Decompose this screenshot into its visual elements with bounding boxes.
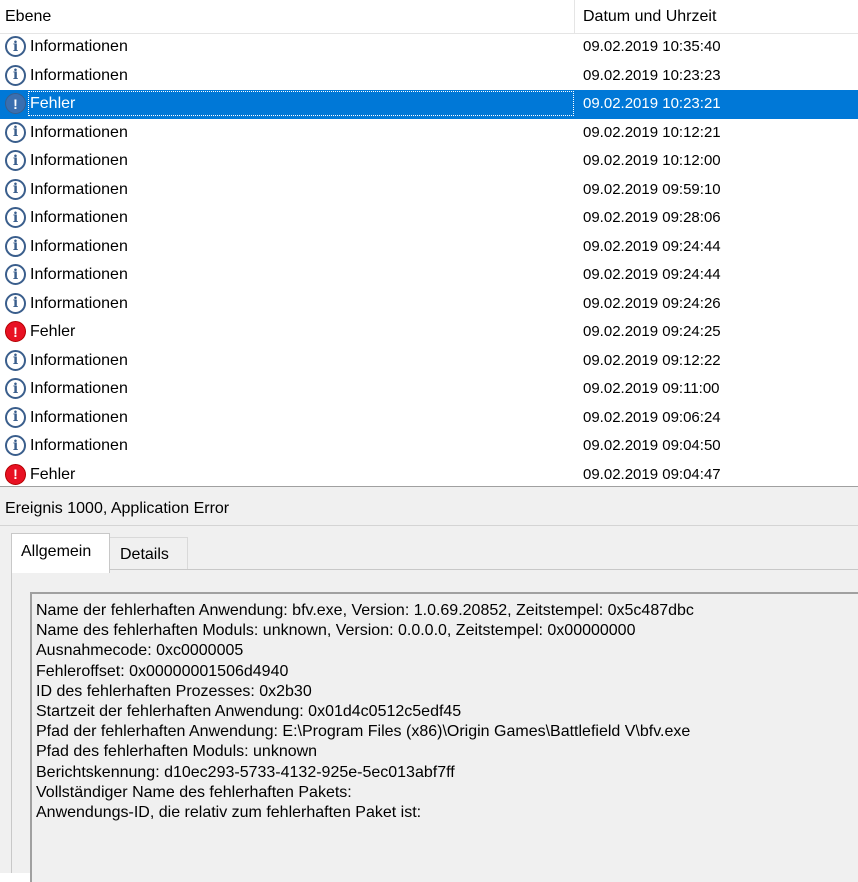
event-level: Informationen xyxy=(30,437,128,454)
event-detail-title: Ereignis 1000, Application Error xyxy=(5,500,230,517)
message-line: Name des fehlerhaften Moduls: unknown, V… xyxy=(36,622,636,640)
event-level: Informationen xyxy=(30,123,128,141)
event-datetime: 09.02.2019 09:24:25 xyxy=(583,323,721,340)
event-datetime: 09.02.2019 10:35:40 xyxy=(583,38,721,55)
message-line: Name der fehlerhaften Anwendung: bfv.exe… xyxy=(36,602,694,619)
event-datetime: 09.02.2019 10:12:00 xyxy=(583,152,721,169)
event-level: Fehler xyxy=(30,323,76,340)
event-row[interactable]: i Informationen 09.02.2019 10:23:23 xyxy=(0,62,858,91)
event-row[interactable]: i Informationen 09.02.2019 10:12:00 xyxy=(0,147,858,176)
event-level: Informationen xyxy=(30,180,128,198)
info-icon: i xyxy=(5,378,26,399)
info-icon: i xyxy=(5,121,26,143)
event-row[interactable]: i Informationen 09.02.2019 09:04:50 xyxy=(0,432,858,461)
event-datetime: 09.02.2019 10:12:21 xyxy=(583,123,721,141)
event-datetime: 09.02.2019 10:23:23 xyxy=(583,66,721,84)
focus-rectangle xyxy=(28,91,574,116)
event-row[interactable]: i Informationen 09.02.2019 10:35:40 xyxy=(0,33,858,62)
message-line: Berichtskennung: d10ec293-5733-4132-925e… xyxy=(36,763,455,781)
event-row[interactable]: ! Fehler 09.02.2019 09:24:25 xyxy=(0,318,858,347)
info-icon: i xyxy=(5,235,26,257)
column-header-level[interactable]: Ebene xyxy=(5,8,51,26)
event-row[interactable]: i Informationen 09.02.2019 09:24:26 xyxy=(0,290,858,319)
event-level: Fehler xyxy=(30,465,76,483)
tab-general-panel: Name der fehlerhaften Anwendung: bfv.exe… xyxy=(11,569,858,882)
message-line: Pfad des fehlerhaften Moduls: unknown xyxy=(36,743,318,761)
event-rows: i Informationen 09.02.2019 10:35:40 i Inform… xyxy=(0,33,858,486)
message-line: Vollständiger Name des fehlerhaften Pake… xyxy=(36,783,352,801)
event-row[interactable]: i Informationen 09.02.2019 09:59:10 xyxy=(0,176,858,205)
event-level: Informationen xyxy=(30,209,128,226)
info-icon: i xyxy=(5,150,26,171)
event-row[interactable]: i Informationen 09.02.2019 09:11:00 xyxy=(0,375,858,404)
error-icon: ! xyxy=(5,321,26,342)
event-datetime: 09.02.2019 09:04:50 xyxy=(583,437,721,454)
info-icon: i xyxy=(5,207,26,228)
info-icon: i xyxy=(5,64,26,86)
event-row[interactable]: i Informationen 09.02.2019 09:24:44 xyxy=(0,233,858,262)
message-line: ID des fehlerhaften Prozesses: 0x2b30 xyxy=(36,682,312,700)
event-row[interactable]: i Informationen 09.02.2019 09:06:24 xyxy=(0,404,858,433)
column-header-date[interactable]: Datum und Uhrzeit xyxy=(583,8,716,26)
divider xyxy=(0,525,858,526)
event-row[interactable]: ! Fehler 09.02.2019 10:23:21 xyxy=(0,90,858,119)
event-row[interactable]: i Informationen 09.02.2019 09:12:22 xyxy=(0,347,858,376)
event-level: Informationen xyxy=(30,294,128,312)
event-datetime: 09.02.2019 09:59:10 xyxy=(583,180,721,198)
error-icon: ! xyxy=(5,463,26,485)
event-level: Informationen xyxy=(30,380,128,397)
info-icon: i xyxy=(5,435,26,456)
event-level: Informationen xyxy=(30,351,128,369)
message-line: Startzeit der fehlerhaften Anwendung: 0x… xyxy=(36,703,462,721)
event-list: Ebene Datum und Uhrzeit i Informationen 09… xyxy=(0,0,858,486)
tab-general-label: Allgemein xyxy=(21,543,92,560)
info-icon: i xyxy=(5,36,26,57)
message-line: Anwendungs-ID, die relativ zum fehlerhaf… xyxy=(36,804,422,822)
tab-details[interactable]: Details xyxy=(110,537,188,569)
event-datetime: 09.02.2019 09:04:47 xyxy=(583,465,721,483)
message-line: Pfad der fehlerhaften Anwendung: E:\Prog… xyxy=(36,723,691,741)
event-level: Informationen xyxy=(30,266,128,283)
detail-tabs: Allgemein Details xyxy=(11,533,858,573)
event-row[interactable]: ! Fehler 09.02.2019 09:04:47 xyxy=(0,461,858,487)
event-level: Informationen xyxy=(30,66,128,84)
info-icon: i xyxy=(5,349,26,371)
event-message-text[interactable]: Name der fehlerhaften Anwendung: bfv.exe… xyxy=(30,592,858,882)
event-datetime: 09.02.2019 09:12:22 xyxy=(583,351,721,369)
tab-general[interactable]: Allgemein xyxy=(11,533,110,573)
message-line: Fehleroffset: 0x00000001506d4940 xyxy=(36,662,289,680)
event-level: Informationen xyxy=(30,237,128,255)
event-level: Informationen xyxy=(30,152,128,169)
info-icon: i xyxy=(5,178,26,200)
column-divider[interactable] xyxy=(574,0,575,33)
event-datetime: 09.02.2019 09:06:24 xyxy=(583,408,721,426)
event-row[interactable]: i Informationen 09.02.2019 10:12:21 xyxy=(0,119,858,148)
event-datetime: 09.02.2019 09:24:44 xyxy=(583,237,721,255)
event-datetime: 09.02.2019 09:24:26 xyxy=(583,294,721,312)
error-icon: ! xyxy=(5,93,26,114)
tab-details-label: Details xyxy=(120,546,169,563)
message-line: Ausnahmecode: 0xc0000005 xyxy=(36,642,244,660)
event-level: Informationen xyxy=(30,38,128,55)
event-level: Fehler xyxy=(30,95,76,112)
event-level: Informationen xyxy=(30,408,128,426)
list-header: Ebene Datum und Uhrzeit xyxy=(0,0,858,34)
event-row[interactable]: i Informationen 09.02.2019 09:28:06 xyxy=(0,204,858,233)
info-icon: i xyxy=(5,406,26,428)
event-row[interactable]: i Informationen 09.02.2019 09:24:44 xyxy=(0,261,858,290)
event-datetime: 09.02.2019 09:28:06 xyxy=(583,209,721,226)
info-icon: i xyxy=(5,264,26,285)
event-datetime: 09.02.2019 09:24:44 xyxy=(583,266,721,283)
event-datetime: 09.02.2019 10:23:21 xyxy=(583,95,721,112)
event-detail-pane: Ereignis 1000, Application Error Allgeme… xyxy=(0,492,858,882)
event-datetime: 09.02.2019 09:11:00 xyxy=(583,380,720,397)
info-icon: i xyxy=(5,292,26,314)
